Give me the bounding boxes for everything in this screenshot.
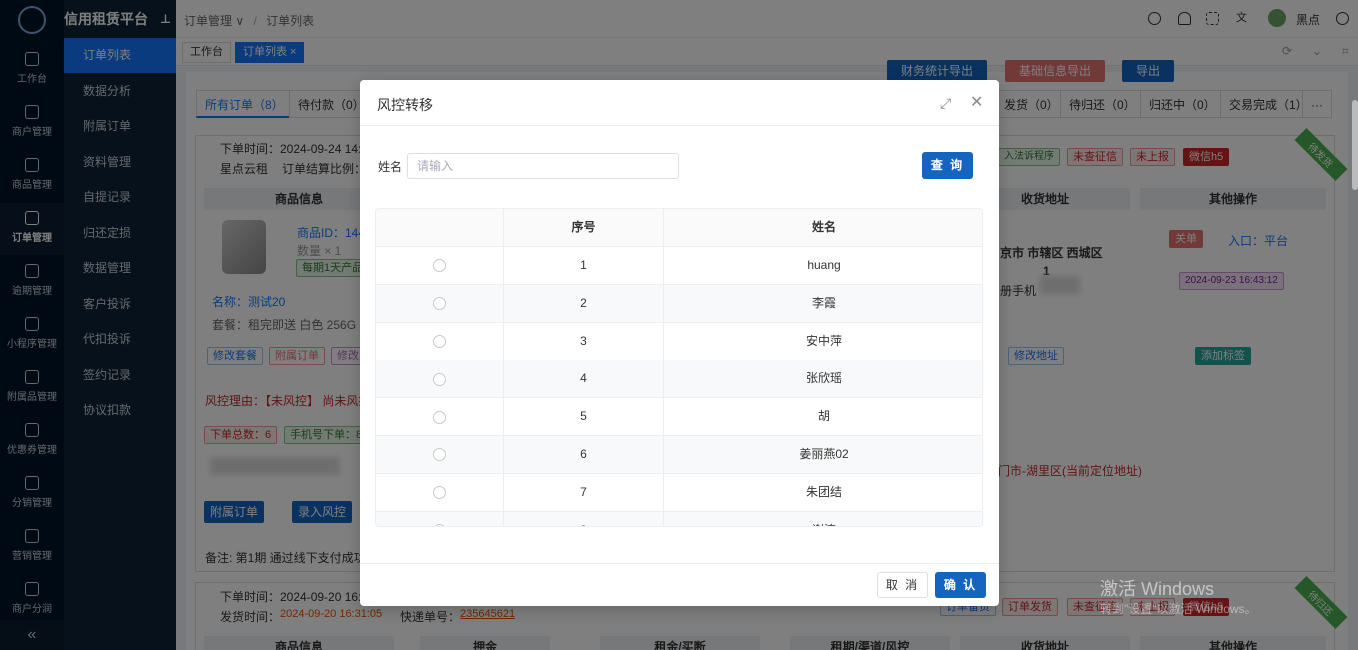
row-select-cell[interactable] — [376, 284, 504, 322]
table-row[interactable]: 1 huang — [376, 247, 982, 285]
query-button[interactable]: 查 询 — [922, 152, 973, 179]
row-name: 安中萍 — [805, 333, 842, 348]
row-seq: 1 — [504, 247, 664, 284]
row-name: 张欣瑶 — [805, 371, 842, 386]
row-select-cell[interactable] — [376, 436, 504, 473]
row-select-cell[interactable] — [376, 322, 504, 360]
row-select-cell[interactable] — [376, 398, 504, 436]
table-row[interactable]: 2 李霞 — [376, 284, 982, 323]
row-seq: 2 — [504, 284, 664, 322]
row-seq: 8 — [504, 511, 664, 526]
table-row[interactable]: 3 安中萍 — [376, 322, 982, 361]
dialog-title: 风控转移 — [377, 97, 433, 113]
row-select-cell[interactable] — [376, 360, 504, 398]
row-seq: 6 — [504, 436, 664, 473]
row-seq: 3 — [504, 322, 664, 360]
header-select — [376, 209, 504, 246]
query-label: 查 询 — [930, 158, 965, 172]
table-row[interactable]: 5胡 — [376, 398, 982, 437]
row-name: 朱团结 — [805, 484, 842, 499]
row-name: 姜丽燕02 — [799, 447, 849, 461]
row-radio[interactable] — [433, 372, 446, 386]
footer-divider — [360, 563, 999, 564]
page-scrollbar[interactable] — [1352, 100, 1358, 190]
row-radio[interactable] — [433, 523, 446, 526]
cancel-button[interactable]: 取 消 — [877, 572, 928, 598]
row-seq: 7 — [504, 473, 664, 511]
expand-icon[interactable]: ⤢ — [940, 95, 951, 112]
row-seq: 4 — [504, 360, 664, 398]
row-select-cell[interactable] — [376, 247, 504, 284]
name-search-input[interactable] — [407, 153, 679, 179]
header-name: 姓名 — [811, 220, 836, 234]
table-row[interactable]: 8谢涛 — [376, 511, 982, 526]
row-seq: 5 — [504, 398, 664, 436]
risk-transfer-dialog: 风控转移 ⤢ ✕ 姓名 查 询 序号 姓名 1 huang 2 李霞 3 安中萍 4 张欣瑶 5… — [360, 80, 999, 606]
row-radio[interactable] — [433, 410, 446, 424]
windows-watermark-title: 激活 Windows — [1100, 579, 1215, 599]
row-radio[interactable] — [433, 334, 446, 348]
staff-table: 序号 姓名 1huang2李霞3安中萍4张欣瑶5胡6姜丽燕027朱团结8谢涛 — [375, 208, 983, 527]
row-name: 谢涛 — [664, 512, 982, 526]
table-row[interactable]: 7 朱团结 — [376, 473, 982, 512]
row-radio[interactable] — [433, 297, 446, 311]
confirm-label: 确 认 — [943, 578, 978, 592]
row-name: huang — [807, 258, 841, 272]
row-radio[interactable] — [433, 448, 446, 462]
table-header: 序号 姓名 — [376, 209, 982, 247]
name-label: 姓名 — [378, 160, 403, 174]
header-seq: 序号 — [504, 209, 664, 246]
confirm-button[interactable]: 确 认 — [935, 572, 986, 598]
close-icon[interactable]: ✕ — [970, 92, 983, 112]
row-select-cell[interactable] — [376, 473, 504, 511]
row-name: 胡 — [817, 409, 830, 424]
table-row[interactable]: 6 姜丽燕02 — [376, 436, 982, 474]
row-radio[interactable] — [433, 259, 446, 273]
row-radio[interactable] — [433, 486, 446, 500]
windows-watermark-sub: 转到"设置"以激活 Windows。 — [1100, 602, 1257, 616]
row-name: 李霞 — [811, 295, 836, 310]
row-select-cell[interactable] — [376, 511, 504, 526]
header-divider — [360, 125, 999, 126]
table-row[interactable]: 4 张欣瑶 — [376, 360, 982, 399]
cancel-label: 取 消 — [885, 578, 920, 592]
